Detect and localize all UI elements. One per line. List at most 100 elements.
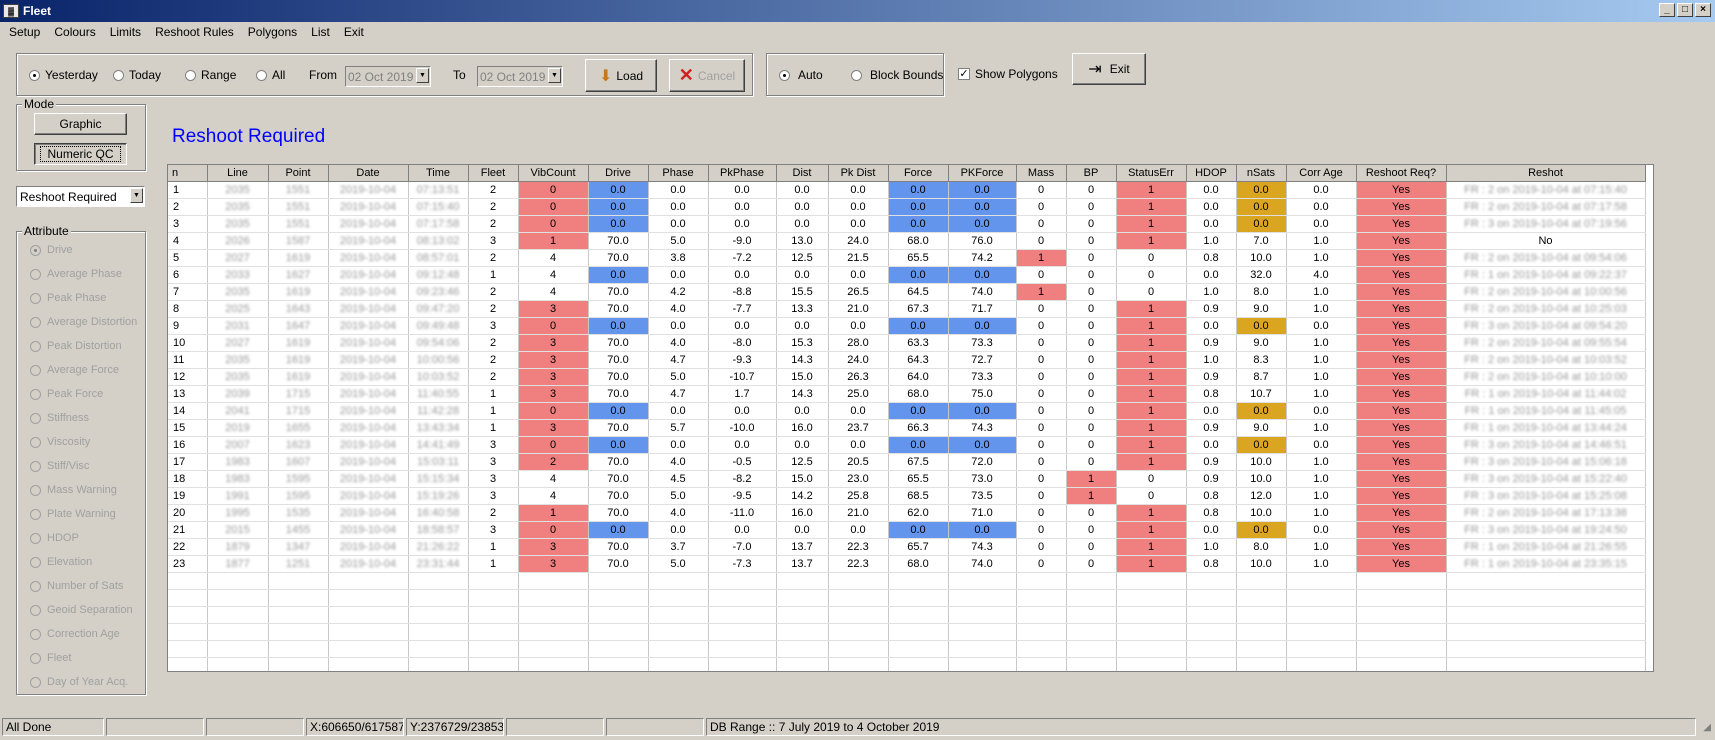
col-dist[interactable]: Dist: [776, 165, 829, 182]
radio-range[interactable]: [185, 69, 196, 81]
attribute-radio[interactable]: [30, 436, 41, 448]
col-reshoot-req[interactable]: Reshoot Req?: [1356, 165, 1447, 182]
menu-limits[interactable]: Limits: [103, 25, 148, 39]
col-point[interactable]: Point: [268, 165, 329, 182]
table-row[interactable]: 22 1879 1347 2019-10-04 21:26:22 1 3 70.0 3.7 -7.…: [168, 538, 1646, 556]
table-row[interactable]: 14 2041 1715 2019-10-04 11:42:28 1 0 0.0 0.0 0.0 0…: [168, 402, 1646, 420]
attribute-radio[interactable]: [30, 652, 41, 664]
attribute-radio[interactable]: [30, 604, 41, 616]
table-row[interactable]: 17 1983 1607 2019-10-04 15:03:11 3 2 70.0 4.0 -0.…: [168, 453, 1646, 471]
radio-all[interactable]: [256, 69, 267, 81]
table-row[interactable]: 13 2039 1715 2019-10-04 11:40:55 1 3 70.0 4.7 1.7…: [168, 385, 1646, 403]
col-vibcount[interactable]: VibCount: [518, 165, 589, 182]
from-date-picker[interactable]: 02 Oct 2019 ▼: [345, 66, 431, 87]
attribute-fleet[interactable]: Fleet: [30, 652, 71, 664]
radio-today[interactable]: [113, 69, 124, 81]
col-bp[interactable]: BP: [1066, 165, 1117, 182]
table-row[interactable]: 9 2031 1647 2019-10-04 09:49:48 3 0 0.0 0.0 0.0 0.…: [168, 317, 1646, 335]
menu-polygons[interactable]: Polygons: [241, 25, 304, 39]
attribute-radio[interactable]: [30, 460, 41, 472]
attribute-radio[interactable]: [30, 316, 41, 328]
attribute-stiffness[interactable]: Stiffness: [30, 412, 89, 424]
table-row[interactable]: 21 2015 1455 2019-10-04 18:58:57 3 0 0.0 0.0 0.0 0…: [168, 521, 1646, 539]
table-row[interactable]: 19 1991 1595 2019-10-04 15:19:26 3 4 70.0 5.0 -9.…: [168, 487, 1646, 505]
table-row[interactable]: 16 2007 1623 2019-10-04 14:41:49 3 0 0.0 0.0 0.0 0…: [168, 436, 1646, 454]
load-button[interactable]: ⬇ Load: [585, 59, 657, 92]
attribute-radio[interactable]: [30, 412, 41, 424]
attribute-radio[interactable]: [30, 364, 41, 376]
col-force[interactable]: Force: [888, 165, 949, 182]
attribute-radio[interactable]: [30, 268, 41, 280]
attribute-plate-warning[interactable]: Plate Warning: [30, 508, 116, 520]
table-row[interactable]: 8 2025 1643 2019-10-04 09:47:20 2 3 70.0 4.0 -7.7…: [168, 300, 1646, 318]
col-line[interactable]: Line: [207, 165, 269, 182]
attribute-correction-age[interactable]: Correction Age: [30, 628, 120, 640]
col-corr-age[interactable]: Corr Age: [1286, 165, 1357, 182]
close-button[interactable]: ×: [1695, 3, 1711, 17]
col-time[interactable]: Time: [408, 165, 469, 182]
attribute-average-force[interactable]: Average Force: [30, 364, 119, 376]
table-row[interactable]: 11 2035 1619 2019-10-04 10:00:56 2 3 70.0 4.7 -9.…: [168, 351, 1646, 369]
radio-block-bounds[interactable]: [851, 69, 862, 81]
menu-reshoot-rules[interactable]: Reshoot Rules: [148, 25, 241, 39]
table-row[interactable]: 5 2027 1619 2019-10-04 08:57:01 2 4 70.0 3.8 -7.2…: [168, 249, 1646, 267]
col-drive[interactable]: Drive: [588, 165, 649, 182]
table-row[interactable]: 15 2019 1655 2019-10-04 13:43:34 1 3 70.0 5.7 -10…: [168, 419, 1646, 437]
attribute-average-distortion[interactable]: Average Distortion: [30, 316, 137, 328]
col-date[interactable]: Date: [328, 165, 409, 182]
attribute-peak-phase[interactable]: Peak Phase: [30, 292, 106, 304]
resize-grip-icon[interactable]: ◢: [1703, 722, 1711, 733]
col-hdop[interactable]: HDOP: [1186, 165, 1237, 182]
attribute-mass-warning[interactable]: Mass Warning: [30, 484, 117, 496]
table-row[interactable]: 23 1877 1251 2019-10-04 23:31:44 1 3 70.0 5.0 -7.…: [168, 555, 1646, 573]
graphic-button[interactable]: Graphic: [34, 113, 127, 135]
attribute-radio[interactable]: [30, 628, 41, 640]
col-reshot[interactable]: Reshot: [1446, 165, 1646, 182]
view-select[interactable]: Reshoot Required ▼: [16, 186, 145, 207]
exit-button[interactable]: ⇥ Exit: [1072, 53, 1146, 85]
attribute-radio[interactable]: [30, 484, 41, 496]
chevron-down-icon[interactable]: ▼: [548, 68, 561, 83]
maximize-button[interactable]: □: [1677, 3, 1693, 17]
show-polygons-checkbox[interactable]: ✓: [958, 68, 970, 80]
attribute-hdop[interactable]: HDOP: [30, 532, 79, 544]
col-fleet[interactable]: Fleet: [468, 165, 519, 182]
cancel-button[interactable]: ✕ Cancel: [669, 59, 745, 92]
col-phase[interactable]: Phase: [648, 165, 709, 182]
attribute-radio[interactable]: [30, 292, 41, 304]
col-nsats[interactable]: nSats: [1236, 165, 1287, 182]
menu-setup[interactable]: Setup: [0, 25, 47, 39]
attribute-radio[interactable]: [30, 340, 41, 352]
attribute-geoid-separation[interactable]: Geoid Separation: [30, 604, 133, 616]
attribute-radio[interactable]: [30, 508, 41, 520]
attribute-viscosity[interactable]: Viscosity: [30, 436, 90, 448]
minimize-button[interactable]: _: [1659, 3, 1675, 17]
attribute-stiff-visc[interactable]: Stiff/Visc: [30, 460, 89, 472]
table-row[interactable]: 3 2035 1551 2019-10-04 07:17:58 2 0 0.0 0.0 0.0 0.…: [168, 215, 1646, 233]
attribute-radio[interactable]: [30, 244, 41, 256]
table-row[interactable]: 12 2035 1619 2019-10-04 10:03:52 2 3 70.0 5.0 -10…: [168, 368, 1646, 386]
table-row[interactable]: 4 2026 1587 2019-10-04 08:13:02 3 1 70.0 5.0 -9.0…: [168, 232, 1646, 250]
table-row[interactable]: 10 2027 1619 2019-10-04 09:54:06 2 3 70.0 4.0 -8.…: [168, 334, 1646, 352]
table-row[interactable]: 18 1983 1595 2019-10-04 15:15:34 3 4 70.0 4.5 -8.…: [168, 470, 1646, 488]
radio-yesterday[interactable]: [29, 69, 40, 81]
menu-list[interactable]: List: [304, 25, 337, 39]
attribute-average-phase[interactable]: Average Phase: [30, 268, 122, 280]
table-row[interactable]: 2 2035 1551 2019-10-04 07:15:40 2 0 0.0 0.0 0.0 0.…: [168, 198, 1646, 216]
table-row[interactable]: 20 1995 1535 2019-10-04 16:40:58 2 1 70.0 4.0 -11…: [168, 504, 1646, 522]
chevron-down-icon[interactable]: ▼: [416, 68, 429, 83]
table-row[interactable]: 6 2033 1627 2019-10-04 09:12:48 1 4 0.0 0.0 0.0 0.…: [168, 266, 1646, 284]
attribute-drive[interactable]: Drive: [30, 244, 73, 256]
attribute-peak-force[interactable]: Peak Force: [30, 388, 103, 400]
attribute-peak-distortion[interactable]: Peak Distortion: [30, 340, 122, 352]
attribute-radio[interactable]: [30, 676, 41, 688]
attribute-number-of-sats[interactable]: Number of Sats: [30, 580, 123, 592]
col-pkphase[interactable]: PkPhase: [708, 165, 777, 182]
radio-auto[interactable]: [779, 69, 790, 81]
menu-exit[interactable]: Exit: [337, 25, 371, 39]
col-statuserr[interactable]: StatusErr: [1116, 165, 1187, 182]
numeric-qc-button[interactable]: Numeric QC: [34, 143, 127, 165]
table-row[interactable]: 7 2035 1619 2019-10-04 09:23:46 2 4 70.0 4.2 -8.8…: [168, 283, 1646, 301]
col-n[interactable]: n: [168, 165, 208, 182]
menu-colours[interactable]: Colours: [47, 25, 102, 39]
